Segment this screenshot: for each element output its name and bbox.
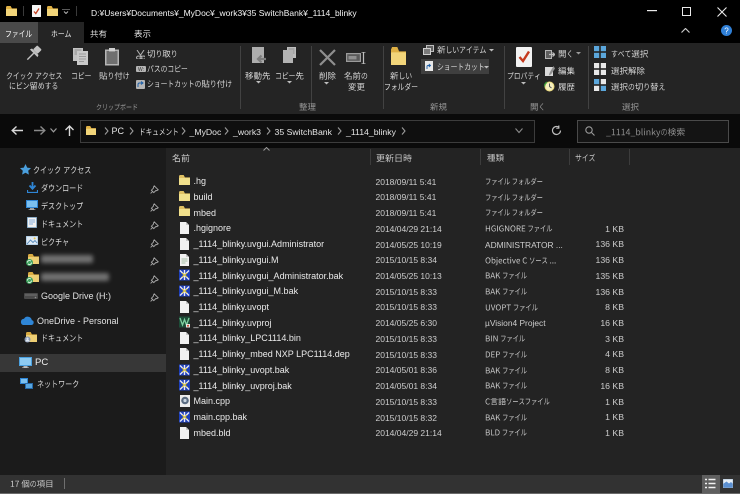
svg-text:?: ?: [724, 26, 729, 35]
svg-text:W:: W:: [138, 67, 144, 73]
